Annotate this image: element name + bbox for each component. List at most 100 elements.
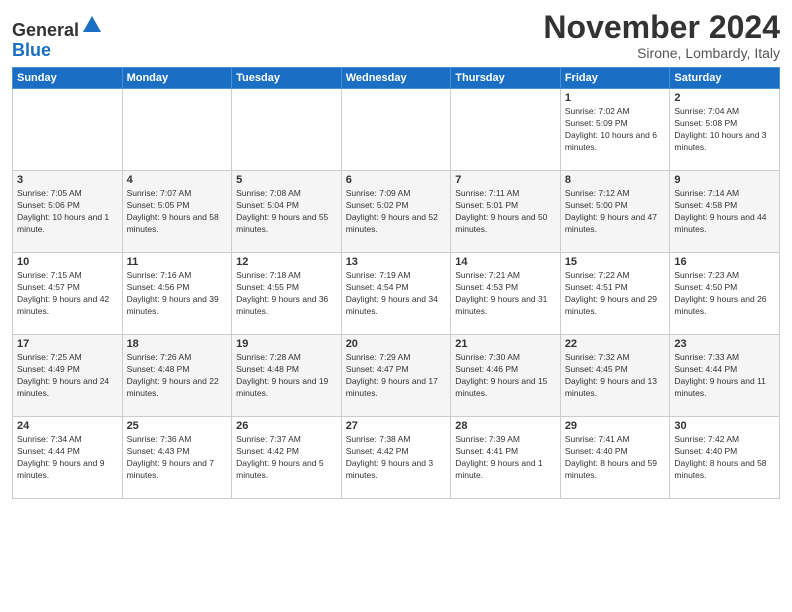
calendar-cell: 29Sunrise: 7:41 AM Sunset: 4:40 PM Dayli… [560,417,670,499]
day-info: Sunrise: 7:33 AM Sunset: 4:44 PM Dayligh… [674,352,775,400]
day-info: Sunrise: 7:18 AM Sunset: 4:55 PM Dayligh… [236,270,337,318]
day-number: 4 [127,174,228,186]
calendar-cell: 27 Sunrise: 7:38 AM Sunset: 4:42 PM Dayli… [341,417,451,499]
day-number: 29 [565,420,666,432]
day-info: Sunrise: 7:32 AM Sunset: 4:45 PM Dayligh… [565,352,666,400]
calendar-cell: 17 Sunrise: 7:25 AM Sunset: 4:49 PM Dayli… [13,335,123,417]
calendar-week-5: 24 Sunrise: 7:34 AM Sunset: 4:44 PM Dayli… [13,417,780,499]
day-info: Sunrise: 7:30 AM Sunset: 4:46 PM Dayligh… [455,352,556,400]
logo-general-text: General [12,20,79,40]
day-info: Sunrise: 7:08 AM Sunset: 5:04 PM Dayligh… [236,188,337,236]
calendar-cell: 23 Sunrise: 7:33 AM Sunset: 4:44 PM Dayli… [670,335,780,417]
calendar-header-row: Sunday Monday Tuesday Wednesday Thursday… [13,68,780,89]
logo-icon [81,14,103,36]
day-number: 27 [346,420,447,432]
col-thursday: Thursday [451,68,561,89]
calendar-cell: 11 Sunrise: 7:16 AM Sunset: 4:56 PM Dayli… [122,253,232,335]
day-number: 9 [674,174,775,186]
day-info: Sunrise: 7:16 AM Sunset: 4:56 PM Dayligh… [127,270,228,318]
day-number: 2 [674,92,775,104]
col-tuesday: Tuesday [232,68,342,89]
day-info: Sunrise: 7:29 AM Sunset: 4:47 PM Dayligh… [346,352,447,400]
calendar-week-1: 1 Sunrise: 7:02 AM Sunset: 5:09 PM Daylig… [13,89,780,171]
calendar-cell: 15 Sunrise: 7:22 AM Sunset: 4:51 PM Dayli… [560,253,670,335]
calendar-cell: 21 Sunrise: 7:30 AM Sunset: 4:46 PM Dayli… [451,335,561,417]
day-number: 21 [455,338,556,350]
day-number: 19 [236,338,337,350]
calendar-cell: 26 Sunrise: 7:37 AM Sunset: 4:42 PM Dayli… [232,417,342,499]
calendar-cell: 9 Sunrise: 7:14 AM Sunset: 4:58 PM Daylig… [670,171,780,253]
day-info: Sunrise: 7:02 AM Sunset: 5:09 PM Dayligh… [565,106,666,154]
day-info: Sunrise: 7:19 AM Sunset: 4:54 PM Dayligh… [346,270,447,318]
day-number: 7 [455,174,556,186]
logo-blue-text: Blue [12,40,51,60]
calendar-cell: 18Sunrise: 7:26 AM Sunset: 4:48 PM Dayli… [122,335,232,417]
col-wednesday: Wednesday [341,68,451,89]
day-info: Sunrise: 7:04 AM Sunset: 5:08 PM Dayligh… [674,106,775,154]
col-monday: Monday [122,68,232,89]
calendar-cell [122,89,232,171]
calendar-cell [341,89,451,171]
day-info: Sunrise: 7:21 AM Sunset: 4:53 PM Dayligh… [455,270,556,318]
title-block: November 2024 Sirone, Lombardy, Italy [543,10,780,61]
calendar-week-3: 10 Sunrise: 7:15 AM Sunset: 4:57 PM Dayli… [13,253,780,335]
calendar-cell: 1 Sunrise: 7:02 AM Sunset: 5:09 PM Daylig… [560,89,670,171]
calendar-cell: 3 Sunrise: 7:05 AM Sunset: 5:06 PM Daylig… [13,171,123,253]
day-number: 17 [17,338,118,350]
day-number: 12 [236,256,337,268]
day-number: 20 [346,338,447,350]
day-info: Sunrise: 7:09 AM Sunset: 5:02 PM Dayligh… [346,188,447,236]
calendar-week-2: 3 Sunrise: 7:05 AM Sunset: 5:06 PM Daylig… [13,171,780,253]
day-number: 16 [674,256,775,268]
day-number: 11 [127,256,228,268]
day-number: 25 [127,420,228,432]
day-number: 22 [565,338,666,350]
day-number: 18 [127,338,228,350]
day-info: Sunrise: 7:42 AM Sunset: 4:40 PM Dayligh… [674,434,775,482]
calendar-cell: 30 Sunrise: 7:42 AM Sunset: 4:40 PM Dayli… [670,417,780,499]
day-info: Sunrise: 7:11 AM Sunset: 5:01 PM Dayligh… [455,188,556,236]
calendar-cell: 13 Sunrise: 7:19 AM Sunset: 4:54 PM Dayli… [341,253,451,335]
day-info: Sunrise: 7:15 AM Sunset: 4:57 PM Dayligh… [17,270,118,318]
col-friday: Friday [560,68,670,89]
col-saturday: Saturday [670,68,780,89]
calendar-cell: 7 Sunrise: 7:11 AM Sunset: 5:01 PM Daylig… [451,171,561,253]
calendar-cell: 8Sunrise: 7:12 AM Sunset: 5:00 PM Daylig… [560,171,670,253]
day-info: Sunrise: 7:25 AM Sunset: 4:49 PM Dayligh… [17,352,118,400]
calendar-cell [232,89,342,171]
day-number: 15 [565,256,666,268]
day-info: Sunrise: 7:14 AM Sunset: 4:58 PM Dayligh… [674,188,775,236]
day-info: Sunrise: 7:38 AM Sunset: 4:42 PM Dayligh… [346,434,447,482]
day-number: 1 [565,92,666,104]
day-info: Sunrise: 7:28 AM Sunset: 4:48 PM Dayligh… [236,352,337,400]
day-number: 28 [455,420,556,432]
calendar-cell: 14 Sunrise: 7:21 AM Sunset: 4:53 PM Dayli… [451,253,561,335]
month-title: November 2024 [543,10,780,45]
day-number: 26 [236,420,337,432]
day-info: Sunrise: 7:39 AM Sunset: 4:41 PM Dayligh… [455,434,556,482]
calendar-cell [13,89,123,171]
day-number: 30 [674,420,775,432]
day-number: 24 [17,420,118,432]
day-number: 14 [455,256,556,268]
calendar-cell: 25Sunrise: 7:36 AM Sunset: 4:43 PM Dayli… [122,417,232,499]
calendar-cell: 28 Sunrise: 7:39 AM Sunset: 4:41 PM Dayli… [451,417,561,499]
day-number: 13 [346,256,447,268]
day-info: Sunrise: 7:34 AM Sunset: 4:44 PM Dayligh… [17,434,118,482]
calendar-cell: 4Sunrise: 7:07 AM Sunset: 5:05 PM Daylig… [122,171,232,253]
calendar-cell: 5Sunrise: 7:08 AM Sunset: 5:04 PM Daylig… [232,171,342,253]
day-info: Sunrise: 7:37 AM Sunset: 4:42 PM Dayligh… [236,434,337,482]
day-number: 10 [17,256,118,268]
day-number: 3 [17,174,118,186]
day-info: Sunrise: 7:22 AM Sunset: 4:51 PM Dayligh… [565,270,666,318]
day-info: Sunrise: 7:12 AM Sunset: 5:00 PM Dayligh… [565,188,666,236]
calendar-cell: 10 Sunrise: 7:15 AM Sunset: 4:57 PM Dayli… [13,253,123,335]
logo: General Blue [12,14,103,61]
calendar-cell: 12 Sunrise: 7:18 AM Sunset: 4:55 PM Dayli… [232,253,342,335]
day-info: Sunrise: 7:23 AM Sunset: 4:50 PM Dayligh… [674,270,775,318]
calendar-cell: 20 Sunrise: 7:29 AM Sunset: 4:47 PM Dayli… [341,335,451,417]
calendar-cell [451,89,561,171]
day-info: Sunrise: 7:05 AM Sunset: 5:06 PM Dayligh… [17,188,118,236]
calendar-cell: 6Sunrise: 7:09 AM Sunset: 5:02 PM Daylig… [341,171,451,253]
day-number: 23 [674,338,775,350]
